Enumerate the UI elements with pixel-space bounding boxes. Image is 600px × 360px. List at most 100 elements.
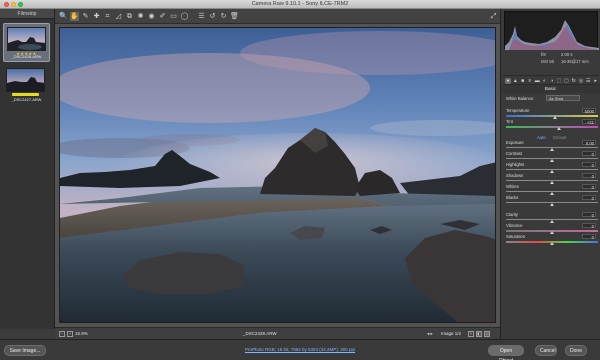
- workflow-options-link[interactable]: ProPhoto RGB; 16 bit; 7952 by 5304 (42.2…: [210, 347, 390, 352]
- clarity-label: Clarity: [506, 212, 518, 217]
- vibrance-label: Vibrance: [506, 223, 523, 228]
- presets-tab-icon[interactable]: ▢: [563, 78, 569, 84]
- saturation-slider-thumb[interactable]: [550, 242, 554, 245]
- vibrance-value-field[interactable]: 0: [582, 223, 596, 229]
- saturation-value-field[interactable]: 0: [582, 234, 596, 240]
- fullscreen-icon[interactable]: ⤢: [489, 12, 498, 21]
- vibrance-slider-thumb[interactable]: [550, 231, 554, 234]
- highlights-slider-thumb[interactable]: [550, 170, 554, 173]
- exposure-slider-thumb[interactable]: [550, 148, 554, 151]
- cancel-button[interactable]: Cancel: [535, 345, 557, 356]
- detail-tab-icon[interactable]: ■: [520, 78, 526, 84]
- effects-tab-icon[interactable]: ◑: [549, 78, 555, 84]
- clarity-slider-thumb[interactable]: [550, 220, 554, 223]
- highlights-label: Highlights: [506, 162, 525, 167]
- view-y-button[interactable]: Y: [468, 331, 474, 337]
- exposure-value-field[interactable]: 0.00: [582, 140, 596, 146]
- temperature-value-field[interactable]: 5000: [582, 108, 596, 114]
- image-preview-area: [55, 24, 500, 327]
- blacks-slider-thumb[interactable]: [550, 203, 554, 206]
- thumb-caption: _DSC2428.ARW: [11, 54, 42, 59]
- rotate-right-icon[interactable]: ↻: [219, 12, 228, 21]
- tint-slider[interactable]: [506, 126, 598, 128]
- adjustments-panel: f/8 2.00 s ISO 50 16-35@17 mm ● ▲ ■ ≡ ▬ ◐ ◑ ⬚ ▢ f…: [500, 9, 600, 339]
- panel-menu-icon[interactable]: ☰: [585, 78, 591, 84]
- view-settings-button[interactable]: ▤: [484, 331, 490, 337]
- basic-tab-icon[interactable]: ●: [505, 77, 511, 84]
- window-title: Camera Raw 9.10.1 - Sony ILCE-7RM2: [251, 1, 349, 7]
- camera-calibration-tab-icon[interactable]: ⬚: [556, 78, 562, 84]
- saturation-label: Saturation: [506, 234, 526, 239]
- shadows-value-field[interactable]: 0: [582, 173, 596, 179]
- crop-icon[interactable]: ⌗: [103, 12, 112, 21]
- contrast-label: Contrast: [506, 151, 522, 156]
- white-balance-select[interactable]: As Shot: [546, 95, 580, 101]
- tint-value-field[interactable]: +21: [582, 119, 596, 125]
- photo-preview[interactable]: [59, 27, 496, 323]
- spot-removal-icon[interactable]: ✺: [136, 12, 145, 21]
- snapshots-tab-icon[interactable]: ◎: [578, 78, 584, 84]
- adjustment-brush-icon[interactable]: ✐: [158, 12, 167, 21]
- contrast-value-field[interactable]: 0: [582, 151, 596, 157]
- thumbnail-image: [6, 68, 45, 92]
- trash-icon[interactable]: 🗑: [230, 12, 239, 21]
- preferences-icon[interactable]: ☰: [197, 12, 206, 21]
- whites-slider-thumb[interactable]: [550, 192, 554, 195]
- open-object-button[interactable]: Open Object: [488, 345, 524, 360]
- title-bar: Camera Raw 9.10.1 - Sony ILCE-7RM2: [0, 0, 600, 9]
- graduated-filter-icon[interactable]: ▭: [169, 12, 178, 21]
- zoom-level-select[interactable]: 15.9%: [75, 331, 88, 336]
- panel-tabs: ● ▲ ■ ≡ ▬ ◐ ◑ ⬚ ▢ fx ◎ ☰ ▸: [503, 75, 599, 85]
- tint-slider-thumb[interactable]: [557, 127, 562, 130]
- transform-icon[interactable]: ⧉: [125, 12, 134, 21]
- auto-button[interactable]: Auto: [537, 135, 546, 140]
- highlights-value-field[interactable]: 0: [582, 162, 596, 168]
- thumbnail-image: [7, 27, 46, 51]
- hsl-tab-icon[interactable]: ≡: [527, 78, 533, 84]
- blacks-value-field[interactable]: 0: [582, 195, 596, 201]
- zoom-in-button[interactable]: +: [67, 331, 73, 337]
- exposure-label: Exposure: [506, 140, 524, 145]
- done-button[interactable]: Done: [565, 345, 587, 356]
- tone-curve-tab-icon[interactable]: ▲: [512, 78, 518, 84]
- save-image-button[interactable]: Save Image...: [4, 345, 46, 356]
- filmstrip-thumb-1[interactable]: ★★★★★ _DSC2428.ARW: [3, 23, 50, 62]
- whites-label: Whites: [506, 184, 519, 189]
- shutter-value: 2.00 s: [561, 52, 573, 57]
- hand-icon[interactable]: ✋: [70, 12, 79, 21]
- red-eye-icon[interactable]: ◉: [147, 12, 156, 21]
- image-prev-next[interactable]: ◂ ▸: [427, 331, 433, 337]
- landscape-photo: [60, 28, 495, 322]
- zoom-out-button[interactable]: −: [59, 331, 65, 337]
- filmstrip-title[interactable]: Filmstrip: [0, 9, 54, 19]
- filmstrip-thumb-2[interactable]: _DSC2427.ARW: [3, 65, 50, 104]
- status-bar: − + 15.9% _DSC2428.ARW ◂ ▸ Image 1/2 Y ◧…: [55, 327, 500, 339]
- color-sampler-icon[interactable]: ✚: [92, 12, 101, 21]
- white-balance-icon[interactable]: ✎: [81, 12, 90, 21]
- image-counter: Image 1/2: [441, 331, 462, 336]
- lens-tab-icon[interactable]: ◐: [542, 78, 548, 84]
- whites-value-field[interactable]: 0: [582, 184, 596, 190]
- rotate-left-icon[interactable]: ↺: [208, 12, 217, 21]
- temperature-label: Temperature: [506, 108, 530, 113]
- radial-filter-icon[interactable]: ◯: [180, 12, 189, 21]
- default-button[interactable]: Default: [553, 135, 566, 140]
- color-label-bar: [12, 93, 39, 96]
- blacks-label: Blacks: [506, 195, 519, 200]
- fx-tab-icon[interactable]: fx: [571, 78, 577, 84]
- shadows-slider-thumb[interactable]: [550, 181, 554, 184]
- panel-section-title: Basic: [501, 85, 600, 93]
- split-toning-tab-icon[interactable]: ▬: [534, 78, 540, 84]
- zoom-icon[interactable]: 🔍: [59, 12, 68, 21]
- shadows-label: Shadows: [506, 173, 524, 178]
- temperature-slider-thumb[interactable]: [552, 116, 557, 119]
- aperture-value: f/8: [541, 52, 546, 57]
- histogram: [504, 11, 599, 50]
- straighten-icon[interactable]: ◿: [114, 12, 123, 21]
- expand-icon[interactable]: ▸: [593, 78, 599, 84]
- contrast-slider-thumb[interactable]: [550, 159, 554, 162]
- lens-value: 16-35@17 mm: [561, 59, 589, 64]
- clarity-value-field[interactable]: 0: [582, 212, 596, 218]
- compare-view-button[interactable]: ◧: [476, 331, 482, 337]
- status-filename: _DSC2428.ARW: [243, 331, 277, 336]
